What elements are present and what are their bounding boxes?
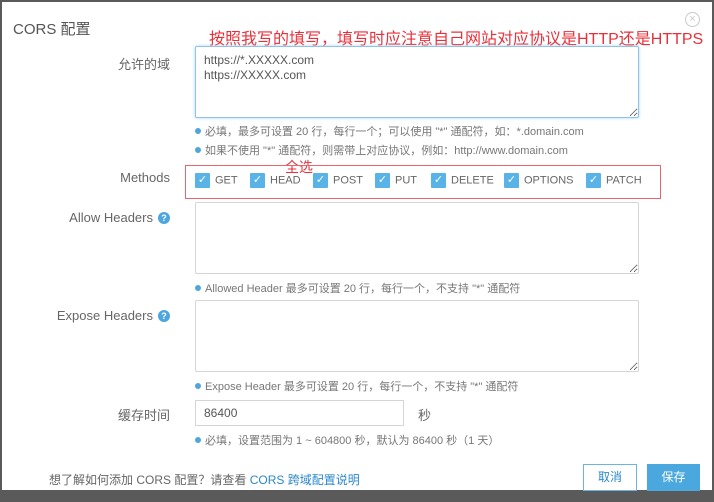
cancel-button[interactable]: 取消	[583, 464, 637, 491]
cors-config-dialog: CORS 配置 × 按照我写的填写，填写时应注意自己网站对应协议是HTTP还是H…	[2, 2, 712, 491]
cache-time-label: 缓存时间	[117, 408, 170, 423]
checkbox-checked-icon: ✓	[504, 173, 519, 188]
method-checkbox-post[interactable]: ✓ POST	[313, 173, 363, 188]
allowed-origins-input[interactable]	[195, 46, 639, 118]
help-icon[interactable]: ?	[158, 310, 170, 322]
expose-headers-input[interactable]	[195, 300, 639, 372]
checkbox-checked-icon: ✓	[250, 173, 265, 188]
method-checkbox-patch[interactable]: ✓ PATCH	[586, 173, 642, 188]
cache-time-tip: 必填，设置范围为 1 ~ 604800 秒，默认为 86400 秒（1 天）	[195, 432, 499, 448]
allow-headers-label: Allow Headers?	[2, 210, 170, 225]
bullet-icon	[195, 383, 201, 389]
method-checkbox-get[interactable]: ✓ GET	[195, 173, 238, 188]
method-checkbox-put[interactable]: ✓ PUT	[375, 173, 417, 188]
help-icon[interactable]: ?	[158, 212, 170, 224]
bullet-icon	[195, 285, 201, 291]
methods-label: Methods	[120, 170, 170, 185]
method-checkbox-delete[interactable]: ✓ DELETE	[431, 173, 494, 188]
allow-headers-input[interactable]	[195, 202, 639, 274]
checkbox-checked-icon: ✓	[431, 173, 446, 188]
expose-headers-tip: Expose Header 最多可设置 20 行，每行一个，不支持 "*" 通配…	[195, 378, 518, 394]
cache-time-input[interactable]: 86400	[195, 400, 404, 426]
method-checkbox-options[interactable]: ✓ OPTIONS	[504, 173, 574, 188]
bullet-icon	[195, 437, 201, 443]
expose-headers-label: Expose Headers?	[2, 308, 170, 323]
footer-help-text: 想了解如何添加 CORS 配置？请查看 CORS 跨域配置说明	[49, 473, 360, 487]
allowed-origins-tip-2: 如果不使用 "*" 通配符，则需带上对应协议，例如：http://www.dom…	[195, 142, 568, 158]
cache-time-unit: 秒	[418, 408, 432, 423]
allow-headers-tip: Allowed Header 最多可设置 20 行，每行一个，不支持 "*" 通…	[195, 280, 520, 296]
allowed-origins-label: 允许的域	[117, 57, 170, 72]
checkbox-checked-icon: ✓	[375, 173, 390, 188]
save-button[interactable]: 保存	[647, 464, 700, 491]
checkbox-checked-icon: ✓	[313, 173, 328, 188]
checkbox-checked-icon: ✓	[195, 173, 210, 188]
dialog-title: CORS 配置	[13, 21, 91, 38]
bullet-icon	[195, 128, 201, 134]
checkbox-checked-icon: ✓	[586, 173, 601, 188]
allowed-origins-tip-1: 必填，最多可设置 20 行，每行一个；可以使用 "*" 通配符，如：*.doma…	[195, 123, 584, 139]
bullet-icon	[195, 147, 201, 153]
method-checkbox-head[interactable]: ✓ HEAD	[250, 173, 301, 188]
cors-doc-link[interactable]: CORS 跨域配置说明	[250, 473, 360, 487]
